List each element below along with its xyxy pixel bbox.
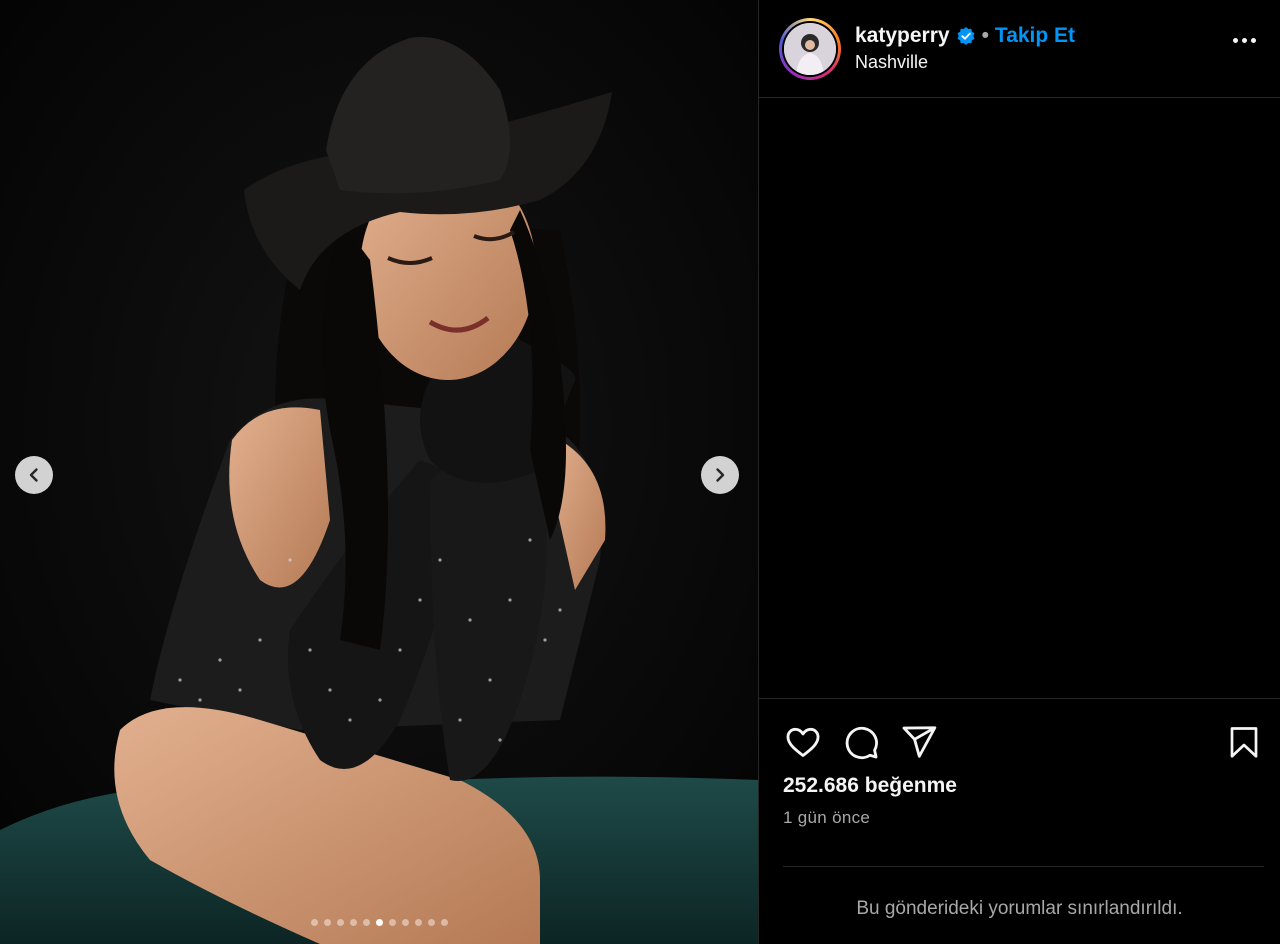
comments-restricted-notice: Bu gönderideki yorumlar sınırlandırıldı. xyxy=(856,898,1183,919)
heart-icon xyxy=(786,727,820,757)
carousel-indicator xyxy=(0,919,758,926)
like-button[interactable] xyxy=(783,722,823,762)
share-button[interactable] xyxy=(899,722,939,762)
follow-button[interactable]: Takip Et xyxy=(995,24,1075,48)
story-ring[interactable] xyxy=(779,17,841,80)
carousel-dot xyxy=(349,919,357,926)
comment-button[interactable] xyxy=(841,722,881,762)
carousel-dot xyxy=(336,919,344,926)
post-header: katyperry • Takip Et Nashville xyxy=(759,0,1280,98)
avatar-image xyxy=(784,22,836,75)
verified-badge-icon xyxy=(956,26,976,46)
bookmark-icon xyxy=(1230,727,1258,758)
separator-dot: • xyxy=(981,24,989,47)
save-button[interactable] xyxy=(1224,722,1264,762)
avatar[interactable] xyxy=(784,22,836,75)
chevron-left-icon xyxy=(29,468,38,482)
carousel-dot xyxy=(362,919,370,926)
comments-area xyxy=(759,98,1280,699)
divider xyxy=(783,866,1264,867)
instagram-post: katyperry • Takip Et Nashville 252.686 b… xyxy=(0,0,1280,944)
location-link[interactable]: Nashville xyxy=(855,52,1075,73)
post-sidebar: katyperry • Takip Et Nashville 252.686 b… xyxy=(758,0,1280,944)
post-media xyxy=(0,0,758,944)
carousel-dot xyxy=(375,919,383,926)
post-photo xyxy=(0,0,758,944)
carousel-dot xyxy=(388,919,396,926)
username-link[interactable]: katyperry xyxy=(855,24,950,48)
chevron-right-icon xyxy=(716,468,725,482)
more-options-icon[interactable] xyxy=(1233,38,1256,43)
carousel-next-button[interactable] xyxy=(701,456,739,494)
post-timestamp[interactable]: 1 gün önce xyxy=(783,808,870,828)
carousel-dot xyxy=(323,919,331,926)
carousel-dot xyxy=(427,919,435,926)
share-icon xyxy=(902,726,937,758)
carousel-dot xyxy=(440,919,448,926)
carousel-prev-button[interactable] xyxy=(15,456,53,494)
carousel-dot xyxy=(401,919,409,926)
carousel-dot xyxy=(414,919,422,926)
carousel-dot xyxy=(310,919,318,926)
action-bar xyxy=(783,720,1264,764)
likes-count[interactable]: 252.686 beğenme xyxy=(783,774,957,798)
comment-icon xyxy=(845,726,878,760)
